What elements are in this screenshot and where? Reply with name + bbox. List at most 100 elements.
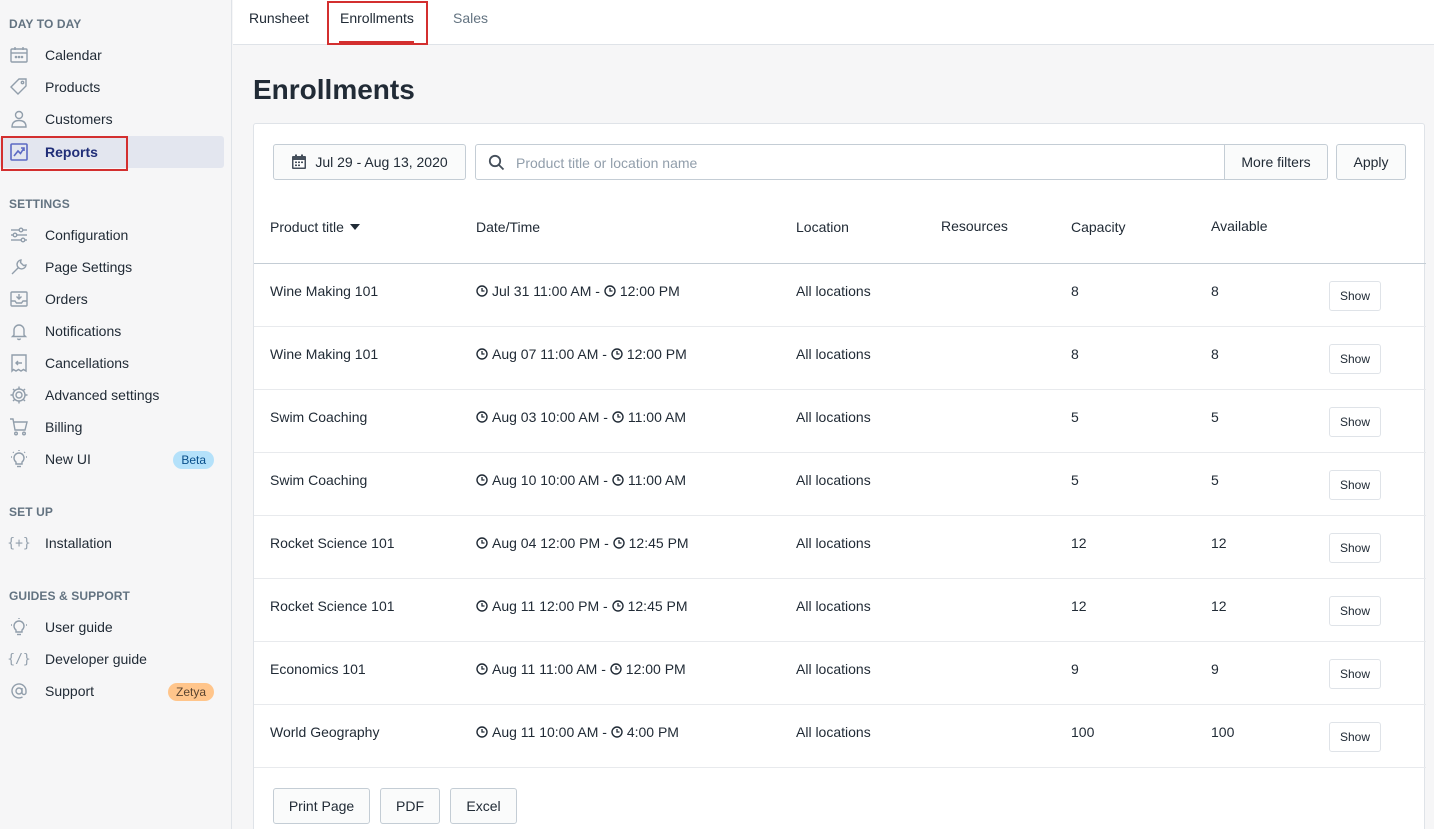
- capacity-cell: 9: [1071, 661, 1079, 677]
- product-title-cell: Swim Coaching: [270, 472, 368, 488]
- start-time: Jul 31 11:00 AM: [492, 283, 592, 299]
- sidebar-item-orders[interactable]: Orders: [0, 283, 224, 315]
- capacity-cell: 8: [1071, 283, 1079, 299]
- sidebar-item-products[interactable]: Products: [0, 71, 224, 103]
- product-title-cell: Wine Making 101: [270, 346, 379, 362]
- start-time: Aug 10 10:00 AM: [492, 472, 600, 488]
- location-cell: All locations: [796, 472, 871, 488]
- date-range-button[interactable]: Jul 29 - Aug 13, 2020: [273, 144, 466, 180]
- calendar-icon: [8, 46, 30, 64]
- product-title-cell: World Geography: [270, 724, 380, 740]
- available-cell: 5: [1211, 409, 1219, 425]
- available-cell: 8: [1211, 283, 1219, 299]
- sidebar-item-new-ui[interactable]: New UI Beta: [0, 443, 224, 475]
- more-filters-button[interactable]: More filters: [1224, 144, 1328, 180]
- show-button[interactable]: Show: [1329, 722, 1381, 752]
- clock-icon: [476, 411, 488, 423]
- sidebar-item-developer-guide[interactable]: {/} Developer guide: [0, 643, 224, 675]
- code-slash-icon: {/}: [7, 651, 31, 667]
- start-time: Aug 11 10:00 AM: [492, 724, 599, 740]
- end-time: 12:45 PM: [628, 535, 689, 551]
- end-time: 11:00 AM: [627, 472, 686, 488]
- sidebar-item-installation[interactable]: {+} Installation: [0, 527, 224, 559]
- capacity-cell: 12: [1071, 598, 1087, 614]
- available-cell: 100: [1211, 724, 1235, 740]
- show-button[interactable]: Show: [1329, 533, 1381, 563]
- sidebar-item-user-guide[interactable]: User guide: [0, 611, 224, 643]
- search-icon: [488, 154, 505, 171]
- clock-icon: [476, 600, 488, 612]
- table-row: Economics 101 Aug 11 11:00 AM - 12:00 PM A…: [254, 642, 1426, 705]
- table-row: Swim Coaching Aug 03 10:00 AM - 11:00 AM A…: [254, 390, 1426, 453]
- show-button[interactable]: Show: [1329, 407, 1381, 437]
- column-header-product-title[interactable]: Product title: [270, 219, 360, 235]
- sidebar-item-support[interactable]: Support Zetya: [0, 675, 224, 707]
- show-button[interactable]: Show: [1329, 281, 1381, 311]
- beta-badge: Beta: [173, 451, 214, 469]
- column-header-available: Available: [1211, 218, 1268, 234]
- search-input[interactable]: [516, 152, 1206, 174]
- sort-down-icon: [349, 224, 360, 230]
- sidebar-item-page-settings[interactable]: Page Settings: [0, 251, 224, 283]
- enrollments-highlight-box: [327, 1, 428, 45]
- column-header-capacity: Capacity: [1071, 219, 1126, 235]
- sidebar-item-advanced-settings[interactable]: Advanced settings: [0, 379, 224, 411]
- show-button[interactable]: Show: [1329, 470, 1381, 500]
- date-time-cell: Aug 11 10:00 AM - 4:00 PM: [476, 724, 679, 740]
- available-cell: 9: [1211, 661, 1219, 677]
- sidebar-item-label: Billing: [45, 419, 83, 435]
- location-cell: All locations: [796, 724, 871, 740]
- zetya-badge: Zetya: [167, 683, 214, 701]
- tab-sales[interactable]: Sales: [453, 10, 488, 26]
- sidebar-item-customers[interactable]: Customers: [0, 103, 224, 135]
- apply-button[interactable]: Apply: [1336, 144, 1406, 180]
- tab-runsheet[interactable]: Runsheet: [249, 10, 309, 26]
- sidebar-item-calendar[interactable]: Calendar: [0, 39, 224, 71]
- location-cell: All locations: [796, 346, 871, 362]
- clock-icon: [476, 474, 488, 486]
- column-header-label: Product title: [270, 219, 344, 235]
- start-time: Aug 03 10:00 AM: [492, 409, 600, 425]
- at-icon: [8, 682, 30, 700]
- show-button[interactable]: Show: [1329, 659, 1381, 689]
- start-time: Aug 11 11:00 AM: [492, 661, 598, 677]
- end-time: 12:45 PM: [627, 598, 688, 614]
- time-separator: -: [599, 409, 612, 425]
- receipt-return-icon: [8, 354, 30, 373]
- excel-button[interactable]: Excel: [450, 788, 517, 824]
- clock-icon: [612, 474, 624, 486]
- search-field[interactable]: [475, 144, 1225, 180]
- sidebar-item-billing[interactable]: Billing: [0, 411, 224, 443]
- end-time: 12:00 PM: [625, 661, 686, 677]
- print-page-button[interactable]: Print Page: [273, 788, 370, 824]
- bell-icon: [8, 322, 30, 341]
- pdf-button[interactable]: PDF: [380, 788, 440, 824]
- sidebar-item-label: New UI: [45, 451, 91, 467]
- location-cell: All locations: [796, 283, 871, 299]
- clock-icon: [476, 348, 488, 360]
- clock-icon: [476, 285, 488, 297]
- product-title-cell: Rocket Science 101: [270, 598, 395, 614]
- show-button[interactable]: Show: [1329, 344, 1381, 374]
- date-time-cell: Aug 03 10:00 AM - 11:00 AM: [476, 409, 686, 425]
- sidebar-item-label: Orders: [45, 291, 88, 307]
- sidebar-item-label: Support: [45, 683, 95, 699]
- section-title-day-to-day: DAY TO DAY: [9, 17, 82, 31]
- available-cell: 8: [1211, 346, 1219, 362]
- location-cell: All locations: [796, 409, 871, 425]
- clock-icon: [476, 663, 488, 675]
- date-time-cell: Aug 11 12:00 PM - 12:45 PM: [476, 598, 688, 614]
- inbox-icon: [8, 290, 30, 308]
- sidebar-item-configuration[interactable]: Configuration: [0, 219, 224, 251]
- start-time: Aug 11 12:00 PM: [492, 598, 600, 614]
- sidebar-item-cancellations[interactable]: Cancellations: [0, 347, 224, 379]
- available-cell: 5: [1211, 472, 1219, 488]
- time-separator: -: [598, 724, 611, 740]
- clock-icon: [610, 663, 622, 675]
- table-row: Rocket Science 101 Aug 11 12:00 PM - 12:4…: [254, 579, 1426, 642]
- sidebar-item-label: Notifications: [45, 323, 122, 339]
- sidebar-item-notifications[interactable]: Notifications: [0, 315, 224, 347]
- sidebar-item-label: Advanced settings: [45, 387, 160, 403]
- capacity-cell: 100: [1071, 724, 1095, 740]
- show-button[interactable]: Show: [1329, 596, 1381, 626]
